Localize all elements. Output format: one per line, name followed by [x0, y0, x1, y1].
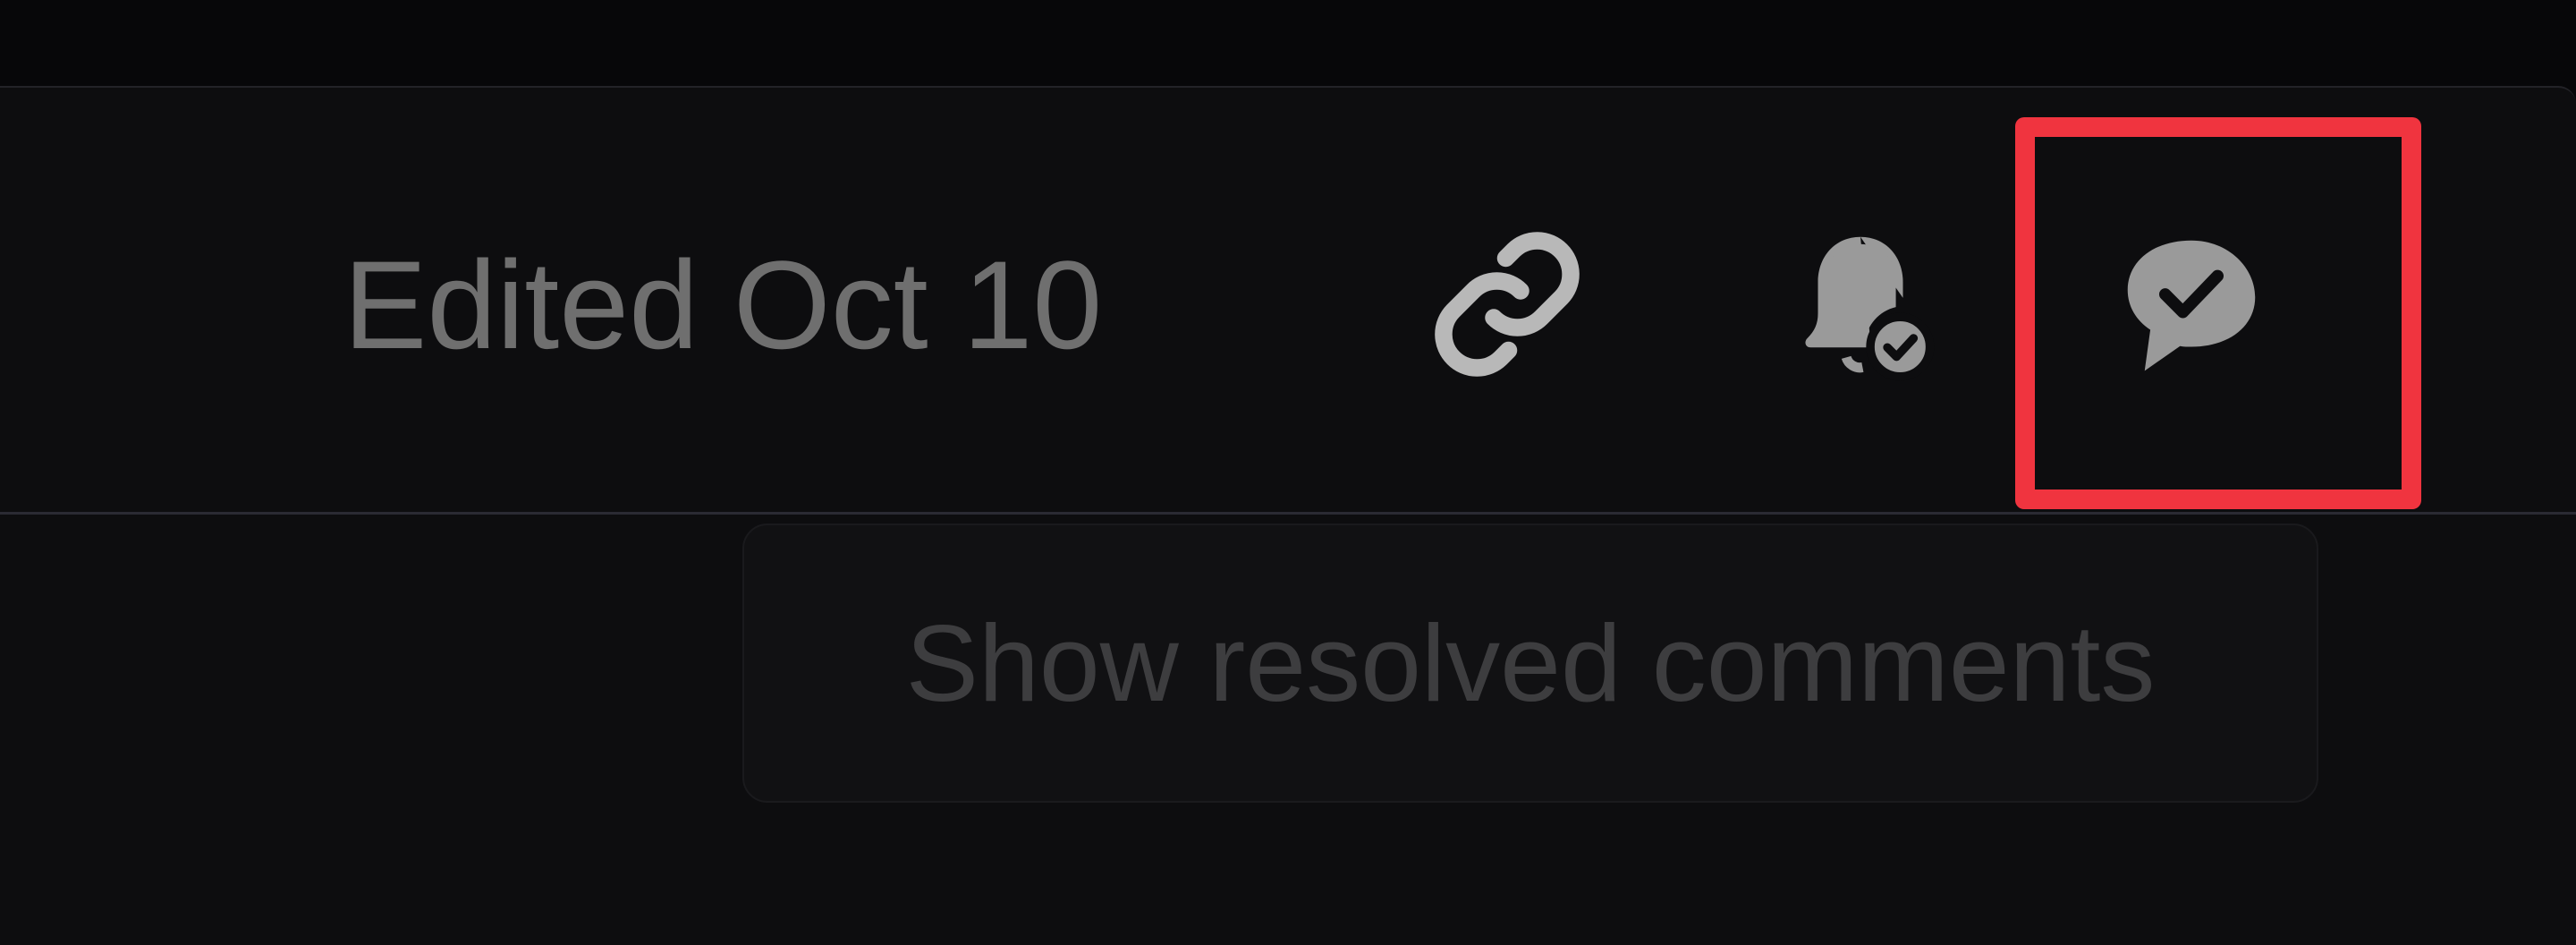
tooltip: Show resolved comments — [742, 524, 2318, 803]
notifications-button[interactable] — [1775, 219, 1945, 389]
copy-link-button[interactable] — [1422, 224, 1592, 385]
tooltip-text: Show resolved comments — [905, 602, 2156, 724]
link-icon — [1435, 232, 1580, 377]
page: Edited Oct 10 Show resolved comments — [0, 0, 2576, 945]
show-resolved-comments-button[interactable] — [2089, 210, 2294, 398]
bell-check-icon — [1805, 236, 1935, 381]
last-edited-label: Edited Oct 10 — [343, 234, 1103, 375]
comment-check-icon — [2127, 240, 2256, 371]
